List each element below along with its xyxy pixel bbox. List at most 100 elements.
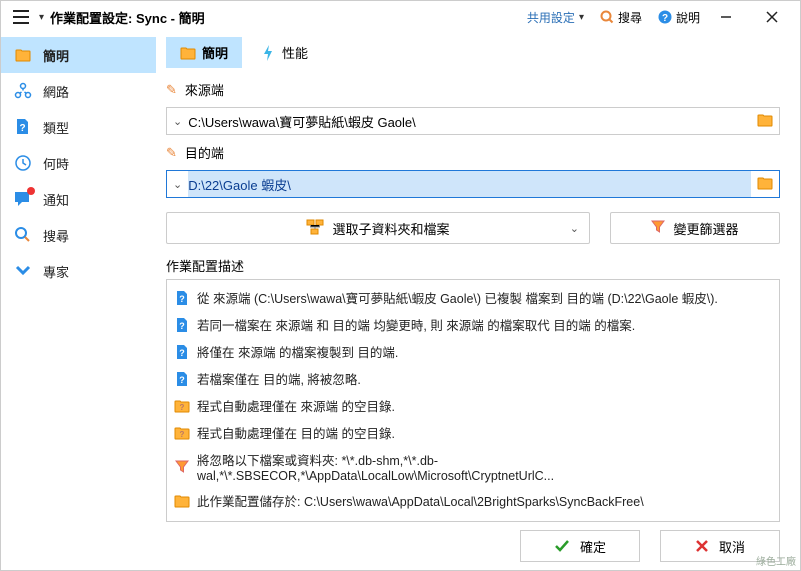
sidebar-item-label: 網路 [43, 82, 69, 101]
choose-subfolders-button[interactable]: 選取子資料夾和檔案 ⌄ [166, 212, 590, 244]
share-label: 共用設定 [527, 9, 575, 26]
desc-line: ?將僅在 來源端 的檔案複製到 目的端. [171, 338, 775, 365]
desc-line: ?若同一檔案在 來源端 和 目的端 均變更時, 則 來源端 的檔案取代 目的端 … [171, 311, 775, 338]
sidebar-item-search[interactable]: 搜尋 [1, 217, 156, 253]
chevron-down-icon[interactable]: ▾ [39, 12, 44, 23]
tab-label: 簡明 [202, 43, 228, 62]
search-icon [13, 225, 33, 245]
filter-label: 變更篩選器 [673, 219, 738, 238]
file-question-icon: ? [173, 289, 191, 307]
clock-icon [13, 153, 33, 173]
help-label: 說明 [676, 9, 700, 26]
change-filter-button[interactable]: 變更篩選器 [610, 212, 780, 244]
dest-path-input[interactable] [188, 171, 751, 197]
close-icon [766, 11, 778, 23]
desc-line: 此作業配置儲存於: C:\Users\wawa\AppData\Local\2B… [171, 487, 775, 514]
folder-icon[interactable] [757, 176, 773, 193]
search-button[interactable]: 搜尋 [600, 9, 642, 26]
source-path-input[interactable] [188, 108, 751, 134]
network-icon [13, 81, 33, 101]
sidebar-item-expert[interactable]: 專家 [1, 253, 156, 289]
sidebar-item-label: 類型 [43, 118, 69, 137]
minimize-icon [720, 11, 732, 23]
sidebar-item-when[interactable]: 何時 [1, 145, 156, 181]
desc-line: ?程式自動處理僅在 目的端 的空目錄. [171, 419, 775, 446]
file-question-icon: ? [173, 370, 191, 388]
dest-path-row[interactable]: ⌄ [166, 170, 780, 198]
help-button[interactable]: ? 說明 [658, 9, 700, 26]
sidebar-item-label: 何時 [43, 154, 69, 173]
minimize-button[interactable] [706, 1, 746, 33]
close-button[interactable] [752, 1, 792, 33]
sidebar-item-notify[interactable]: 通知 [1, 181, 156, 217]
sidebar-item-label: 通知 [43, 190, 69, 209]
folder-question-icon: ? [173, 424, 191, 442]
tab-bar: 簡明 性能 [156, 37, 790, 76]
watermark: 綠色工廠 [756, 553, 796, 568]
svg-text:?: ? [662, 13, 668, 24]
svg-text:?: ? [179, 321, 185, 331]
folder-icon [173, 492, 191, 510]
sidebar-item-label: 簡明 [43, 46, 69, 65]
x-icon [695, 539, 709, 553]
ok-label: 確定 [580, 537, 606, 556]
chevron-down-icon[interactable]: ⌄ [570, 222, 579, 235]
tab-summary[interactable]: 簡明 [166, 37, 242, 68]
pencil-icon[interactable]: ✎ [166, 82, 177, 98]
help-icon: ? [658, 10, 672, 24]
chevron-down-icon [13, 261, 33, 281]
share-settings-dropdown[interactable]: 共用設定 ▾ [527, 9, 584, 26]
chevron-down-icon: ▾ [579, 12, 584, 23]
file-question-icon: ? [173, 343, 191, 361]
description-label: 作業配置描述 [156, 250, 790, 279]
svg-text:?: ? [179, 375, 185, 385]
sidebar-item-label: 專家 [43, 262, 69, 281]
folder-icon [180, 45, 196, 61]
content-area: 簡明 性能 ✎ 來源端 ⌄ ✎ 目的端 ⌄ [156, 33, 800, 522]
check-icon [554, 539, 570, 553]
svg-text:?: ? [180, 403, 185, 412]
svg-text:?: ? [180, 430, 185, 439]
menu-button[interactable] [9, 5, 33, 29]
hamburger-icon [13, 10, 29, 24]
folder-question-icon: ? [173, 397, 191, 415]
svg-text:?: ? [179, 348, 185, 358]
choose-label: 選取子資料夾和檔案 [332, 219, 449, 238]
sidebar-item-type[interactable]: ? 類型 [1, 109, 156, 145]
footer: 確定 取消 [1, 522, 800, 570]
file-question-icon: ? [173, 316, 191, 334]
sidebar: 簡明 網路 ? 類型 何時 通知 搜尋 專家 [1, 33, 156, 522]
search-label: 搜尋 [618, 9, 642, 26]
file-question-icon: ? [13, 117, 33, 137]
ok-button[interactable]: 確定 [520, 530, 640, 562]
source-label: 來源端 [185, 80, 224, 99]
lightning-icon [260, 45, 276, 61]
window-title: 作業配置設定: Sync - 簡明 [50, 8, 205, 27]
description-box: ?從 來源端 (C:\Users\wawa\寶可夢貼紙\蝦皮 Gaole\) 已… [166, 279, 780, 522]
titlebar: ▾ 作業配置設定: Sync - 簡明 共用設定 ▾ 搜尋 ? 說明 [1, 1, 800, 33]
desc-line: ?從 來源端 (C:\Users\wawa\寶可夢貼紙\蝦皮 Gaole\) 已… [171, 284, 775, 311]
sidebar-item-summary[interactable]: 簡明 [1, 37, 156, 73]
chevron-down-icon[interactable]: ⌄ [173, 178, 182, 191]
tab-performance[interactable]: 性能 [246, 37, 322, 68]
pencil-icon[interactable]: ✎ [166, 145, 177, 161]
funnel-icon [173, 458, 191, 476]
source-path-row[interactable]: ⌄ [166, 107, 780, 135]
desc-line: ?若檔案僅在 目的端, 將被忽略. [171, 365, 775, 392]
notify-icon [13, 189, 33, 209]
folder-icon [13, 45, 33, 65]
cancel-label: 取消 [719, 537, 745, 556]
svg-text:?: ? [179, 294, 185, 304]
search-icon [600, 10, 614, 24]
tree-icon [306, 219, 324, 238]
dest-label-row: ✎ 目的端 [156, 139, 790, 166]
desc-line: ?程式自動處理僅在 來源端 的空目錄. [171, 392, 775, 419]
folder-icon[interactable] [757, 113, 773, 130]
chevron-down-icon[interactable]: ⌄ [173, 115, 182, 128]
sidebar-item-network[interactable]: 網路 [1, 73, 156, 109]
sidebar-item-label: 搜尋 [43, 226, 69, 245]
tab-label: 性能 [282, 43, 308, 62]
svg-text:?: ? [19, 123, 25, 134]
source-label-row: ✎ 來源端 [156, 76, 790, 103]
desc-line: 將忽略以下檔案或資料夾: *\*.db-shm,*\*.db-wal,*\*.S… [171, 446, 775, 487]
